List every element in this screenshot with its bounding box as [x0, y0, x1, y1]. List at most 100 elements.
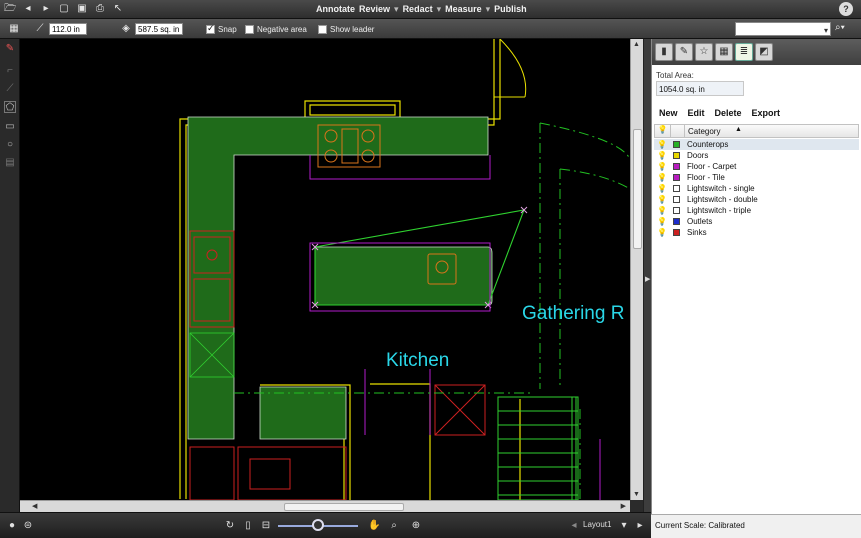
scroll-down-icon[interactable]: ▼ [633, 491, 640, 498]
category-row[interactable]: 💡 Lightswitch - double [654, 194, 859, 205]
ruler-icon[interactable]: ⌐ [4, 65, 16, 77]
negative-area-checkbox[interactable] [245, 24, 254, 34]
search-icon[interactable]: ⌕▾ [835, 22, 855, 36]
area-input[interactable] [135, 23, 183, 35]
fit-page-icon[interactable]: ⊟ [260, 520, 272, 532]
menu-measure[interactable]: Measure [445, 4, 482, 15]
previous-page-icon[interactable]: ◂ [568, 520, 580, 532]
horizontal-scroll-thumb[interactable] [284, 503, 404, 511]
lightbulb-icon[interactable]: 💡 [654, 206, 670, 215]
category-color-swatch [673, 174, 680, 181]
show-leader-checkbox[interactable] [318, 24, 327, 34]
polygon-tool-icon[interactable]: ⬠ [4, 101, 16, 113]
menu-review[interactable]: Review [359, 4, 390, 15]
line-tool-icon[interactable]: ⟋ [4, 83, 16, 95]
lightbulb-icon[interactable]: 💡 [654, 217, 670, 226]
category-column-header[interactable]: Category [688, 127, 720, 136]
rotate-icon[interactable]: ↻ [224, 520, 236, 532]
lightbulb-icon[interactable]: 💡 [654, 228, 670, 237]
page-icon[interactable]: ▯ [242, 520, 254, 532]
lightbulb-icon[interactable]: 💡 [655, 125, 671, 137]
category-color-swatch [673, 229, 680, 236]
category-row[interactable]: 💡 Counterops [654, 139, 859, 150]
ellipse-tool-icon[interactable]: ○ [4, 139, 16, 151]
select-tool-icon[interactable]: ↖ [112, 3, 124, 15]
export-button[interactable]: Export [752, 108, 781, 118]
zoom-tool-icon[interactable]: ⌕ [388, 520, 400, 532]
vertical-scrollbar[interactable]: ▲ ▼ [630, 39, 643, 500]
category-color-swatch [673, 196, 680, 203]
bottom-toolbar: ● ⊜ ↻ ▯ ⊟ ✋ ⌕ ⊕ ◂ Layout1 ▾ ▸ [0, 512, 651, 538]
scroll-right-icon[interactable]: ▶ [621, 502, 626, 510]
scale-value: Calibrated [708, 521, 745, 530]
category-color-swatch [673, 207, 680, 214]
layers-icon[interactable]: ⊜ [22, 520, 34, 532]
category-name: Counterops [687, 140, 729, 149]
tab-thumbnails-icon[interactable]: ▦ [715, 43, 733, 61]
quick-toolbar: 🗁 ◂ ▸ ▢ ▣ ⎙ ↖ [4, 3, 124, 15]
category-row[interactable]: 💡 Floor - Carpet [654, 161, 859, 172]
tab-layers-icon[interactable]: ◩ [755, 43, 773, 61]
lightbulb-icon[interactable]: 💡 [654, 140, 670, 149]
lightbulb-icon[interactable]: 💡 [654, 195, 670, 204]
sort-ascending-icon[interactable]: ▲ [735, 126, 742, 133]
length-input[interactable] [49, 23, 87, 35]
new-button[interactable]: New [659, 108, 678, 118]
scroll-up-icon[interactable]: ▲ [633, 41, 640, 48]
back-arrow-icon[interactable]: ◂ [22, 3, 34, 15]
forward-arrow-icon[interactable]: ▸ [40, 3, 52, 15]
category-row[interactable]: 💡 Doors [654, 150, 859, 161]
page-dropdown-icon[interactable]: ▾ [618, 520, 630, 532]
collapse-panel-icon[interactable]: ▶ [645, 275, 650, 283]
next-page-icon[interactable]: ▸ [634, 520, 646, 532]
horizontal-scrollbar[interactable]: ◀ ▶ [20, 500, 630, 512]
print-icon[interactable]: ⎙ [94, 3, 106, 15]
panel-splitter[interactable]: ▶ [643, 39, 651, 514]
category-row[interactable]: 💡 Floor - Tile [654, 172, 859, 183]
vertical-scroll-thumb[interactable] [633, 129, 642, 249]
save-icon[interactable]: ▣ [76, 3, 88, 15]
delete-button[interactable]: Delete [715, 108, 742, 118]
snap-checkbox[interactable] [206, 23, 215, 34]
new-document-icon[interactable]: ▢ [58, 3, 70, 15]
length-icon: ⟋ [36, 23, 44, 34]
lightbulb-icon[interactable]: 💡 [654, 151, 670, 160]
length-group: ⟋ [34, 23, 87, 35]
edit-button[interactable]: Edit [688, 108, 705, 118]
category-row[interactable]: 💡 Lightswitch - single [654, 183, 859, 194]
search-input[interactable]: ▾ [735, 22, 831, 36]
lightbulb-icon[interactable]: 💡 [654, 184, 670, 193]
panel-actions: New Edit Delete Export [659, 108, 780, 118]
properties-icon[interactable]: ▦ [8, 23, 20, 35]
floor-outlines [309, 155, 601, 500]
category-name: Lightswitch - double [687, 195, 758, 204]
drawing-canvas[interactable]: Kitchen Gathering R [20, 39, 630, 500]
zoom-slider-handle[interactable] [312, 519, 324, 531]
pen-tool-icon[interactable]: ✎ [4, 43, 16, 55]
pan-hand-icon[interactable]: ✋ [368, 520, 380, 532]
rectangle-tool-icon[interactable]: ▭ [4, 121, 16, 133]
count-tool-icon[interactable]: ▤ [4, 157, 16, 169]
help-icon[interactable]: ? [839, 2, 853, 16]
tab-measurements-icon[interactable]: ≣ [735, 43, 753, 61]
info-icon[interactable]: ● [6, 520, 18, 532]
show-leader-option[interactable]: Show leader [318, 23, 374, 35]
lightbulb-icon[interactable]: 💡 [654, 162, 670, 171]
page-label[interactable]: Layout1 [583, 520, 611, 529]
menu-annotate[interactable]: Annotate [316, 4, 355, 15]
tab-properties-icon[interactable]: ▮ [655, 43, 673, 61]
zoom-in-icon[interactable]: ⊕ [410, 520, 422, 532]
scroll-left-icon[interactable]: ◀ [32, 502, 37, 510]
tab-markups-icon[interactable]: ✎ [675, 43, 693, 61]
menu-redact[interactable]: Redact [403, 4, 433, 15]
folder-icon[interactable]: 🗁 [4, 3, 16, 15]
negative-area-option[interactable]: Negative area [245, 23, 307, 35]
snap-option[interactable]: Snap [206, 23, 237, 35]
lightbulb-icon[interactable]: 💡 [654, 173, 670, 182]
category-row[interactable]: 💡 Lightswitch - triple [654, 205, 859, 216]
tab-bookmarks-icon[interactable]: ☆ [695, 43, 713, 61]
category-row[interactable]: 💡 Outlets [654, 216, 859, 227]
menu-publish[interactable]: Publish [494, 4, 527, 15]
door-swings [493, 39, 527, 98]
category-row[interactable]: 💡 Sinks [654, 227, 859, 238]
